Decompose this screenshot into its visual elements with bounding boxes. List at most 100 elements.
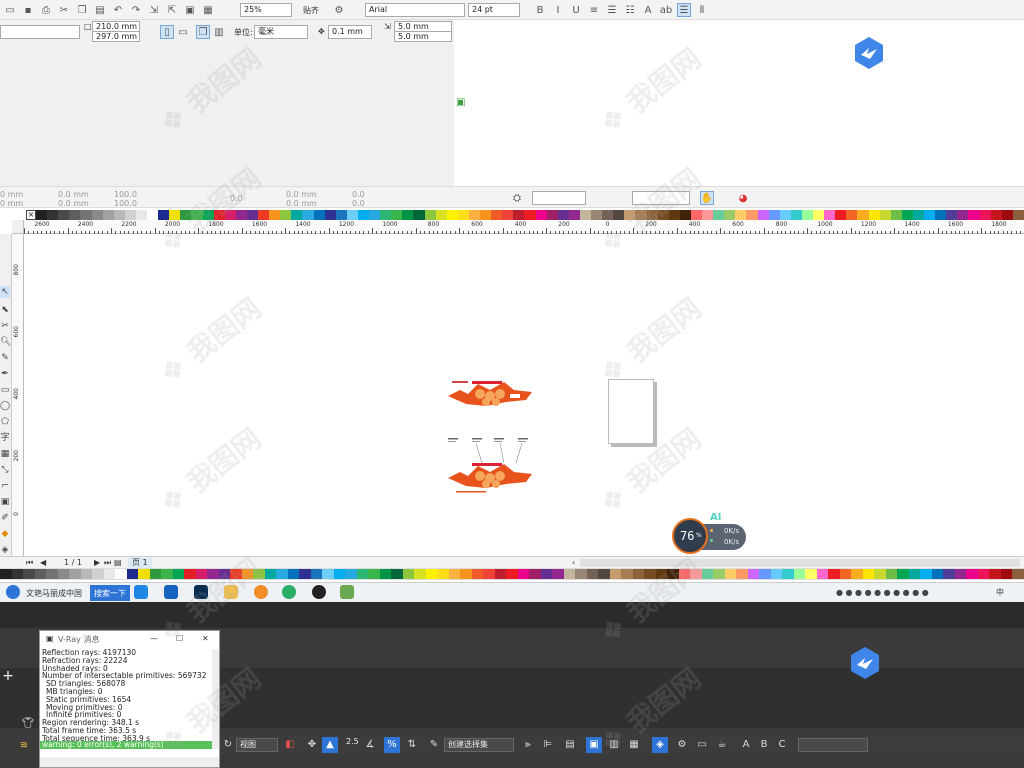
options-icon[interactable]: ⚙: [332, 3, 346, 17]
crop-tool-icon[interactable]: ✂: [0, 320, 10, 332]
photoshop-icon[interactable]: [194, 585, 208, 599]
color-swatch[interactable]: [724, 569, 737, 579]
material-editor-icon[interactable]: ◈: [652, 737, 668, 753]
paste-icon[interactable]: ▤: [93, 3, 107, 17]
bold-icon[interactable]: B: [533, 3, 547, 17]
color-swatch[interactable]: [80, 569, 93, 579]
table-tool-icon[interactable]: ▦: [0, 448, 10, 460]
color-swatch[interactable]: [299, 569, 312, 579]
color-swatch[interactable]: [793, 569, 806, 579]
zoom-tool-icon[interactable]: 🔍︎: [0, 336, 11, 348]
smart-fill-icon[interactable]: ◈: [0, 544, 10, 556]
snap-label[interactable]: 贴齐: [303, 6, 319, 16]
underline-icon[interactable]: U: [569, 3, 583, 17]
color-swatch[interactable]: [747, 569, 760, 579]
export-icon[interactable]: ⇱: [165, 3, 179, 17]
color-swatch[interactable]: [828, 569, 841, 579]
palette-swatches[interactable]: [36, 210, 1024, 220]
vertical-text-icon[interactable]: ⦀: [695, 3, 709, 17]
import-icon[interactable]: ⇲: [147, 3, 161, 17]
color-swatch[interactable]: [494, 569, 507, 579]
app-icon-1[interactable]: [134, 585, 148, 599]
search-button[interactable]: 搜索一下: [90, 585, 130, 601]
tray-language[interactable]: 中: [996, 588, 1004, 598]
color-swatch[interactable]: [11, 569, 24, 579]
color-swatch[interactable]: [414, 569, 427, 579]
color-swatch[interactable]: [931, 569, 944, 579]
app-icon-3[interactable]: [254, 585, 268, 599]
spinner-snap-icon[interactable]: ⇅: [404, 737, 420, 753]
color-swatch[interactable]: [517, 569, 530, 579]
color-swatch[interactable]: [782, 569, 795, 579]
close-icon[interactable]: ✕: [202, 634, 209, 644]
color-swatch[interactable]: [322, 569, 335, 579]
render-preset-select[interactable]: [798, 738, 868, 752]
minimize-icon[interactable]: —: [150, 634, 158, 644]
page-size-select[interactable]: [0, 25, 80, 39]
color-swatch[interactable]: [241, 569, 254, 579]
color-swatch[interactable]: [632, 569, 645, 579]
color-swatch[interactable]: [115, 569, 128, 579]
color-swatch[interactable]: [218, 569, 231, 579]
color-swatch[interactable]: [345, 569, 358, 579]
dup-y-field[interactable]: 5.0 mm: [394, 31, 452, 42]
nudge-field[interactable]: 0.1 mm: [328, 25, 372, 39]
color-swatch[interactable]: [356, 569, 369, 579]
units-select[interactable]: 毫米: [254, 25, 308, 39]
color-swatch[interactable]: [598, 569, 611, 579]
color-swatch[interactable]: [46, 569, 59, 579]
zoom-select[interactable]: 25%: [240, 3, 292, 17]
color-palette-top[interactable]: ×: [26, 210, 1024, 220]
color-swatch[interactable]: [0, 569, 12, 579]
color-swatch[interactable]: [667, 569, 680, 579]
color-swatch[interactable]: [701, 569, 714, 579]
last-page-icon[interactable]: ⏭: [104, 558, 111, 568]
color-swatch[interactable]: [644, 569, 657, 579]
render-setup-icon[interactable]: ⚙: [674, 737, 690, 753]
render-icon[interactable]: ☕︎: [714, 737, 730, 753]
color-swatch[interactable]: [989, 569, 1002, 579]
color-swatch[interactable]: [483, 569, 496, 579]
color-swatch[interactable]: [920, 569, 933, 579]
color-swatch[interactable]: [172, 569, 185, 579]
page-tab[interactable]: 页 1: [128, 558, 152, 568]
print-icon[interactable]: ⎙: [39, 3, 53, 17]
app-launcher-icon[interactable]: ▦: [201, 3, 215, 17]
redo-icon[interactable]: ↷: [129, 3, 143, 17]
param-b[interactable]: 0.0: [352, 199, 365, 209]
all-pages-icon[interactable]: ❐: [196, 25, 210, 39]
color-swatch[interactable]: [448, 569, 461, 579]
select-active-icon[interactable]: ▲: [322, 737, 338, 753]
color-swatch[interactable]: [563, 569, 576, 579]
new-icon[interactable]: ▭: [3, 3, 17, 17]
color-swatch[interactable]: [368, 569, 381, 579]
rotate-value[interactable]: 0.0: [230, 194, 243, 204]
color-swatch[interactable]: [92, 569, 105, 579]
pivot-icon[interactable]: ◧: [282, 737, 298, 753]
font-size-select[interactable]: 24 pt: [468, 3, 520, 17]
color-swatch[interactable]: [966, 569, 979, 579]
pick-tool-icon[interactable]: ↖: [0, 286, 10, 298]
first-page-icon[interactable]: ⏮: [26, 558, 33, 568]
portrait-icon[interactable]: ▯: [160, 25, 174, 39]
color-wheel-icon[interactable]: ◕: [736, 191, 750, 205]
design-thumbnail-bottom[interactable]: [446, 456, 534, 496]
orbit-icon[interactable]: ↻: [220, 737, 236, 753]
align-icon[interactable]: ⊫: [540, 737, 556, 753]
wave-icon[interactable]: ≋: [16, 738, 32, 754]
page-height-field[interactable]: 297.0 mm: [92, 31, 140, 42]
color-swatch[interactable]: [943, 569, 956, 579]
color-swatch[interactable]: [69, 569, 82, 579]
color-swatch[interactable]: [471, 569, 484, 579]
color-swatch[interactable]: [885, 569, 898, 579]
current-page-icon[interactable]: ▥: [212, 25, 226, 39]
move-icon[interactable]: ✥: [304, 737, 320, 753]
publish-pdf-icon[interactable]: ▣: [183, 3, 197, 17]
app-icon-2[interactable]: [164, 585, 178, 599]
color-swatch[interactable]: [253, 569, 266, 579]
style-select[interactable]: [532, 191, 586, 205]
text-edit-icon[interactable]: ab: [659, 3, 673, 17]
color-swatch[interactable]: [839, 569, 852, 579]
color-swatch[interactable]: [609, 569, 622, 579]
font-name-select[interactable]: Arial: [365, 3, 465, 17]
